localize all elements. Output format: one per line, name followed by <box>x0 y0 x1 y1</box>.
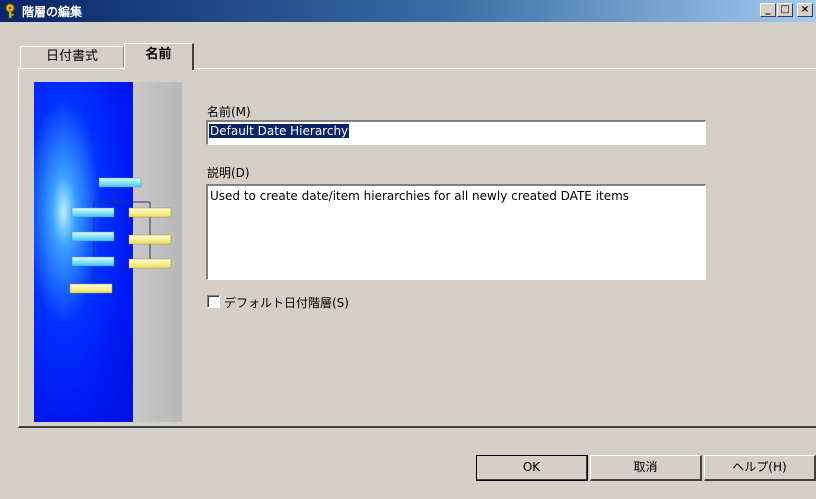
ok-button[interactable]: OK <box>476 455 588 481</box>
tab-date-format[interactable]: 日付書式 <box>20 46 124 67</box>
window-title: 階層の編集 <box>22 5 83 19</box>
help-button[interactable]: ヘルプ(H) <box>704 455 816 481</box>
tab-panel <box>18 68 816 428</box>
tab-name[interactable]: 名前 <box>124 43 194 70</box>
maximize-button[interactable]: □ <box>777 3 793 17</box>
minimize-button[interactable]: _ <box>760 3 776 17</box>
cancel-button[interactable]: 取消 <box>590 455 702 481</box>
key-icon <box>5 3 15 19</box>
close-button[interactable]: × <box>797 3 813 17</box>
title-bar: 階層の編集 _ □ × <box>0 0 816 22</box>
